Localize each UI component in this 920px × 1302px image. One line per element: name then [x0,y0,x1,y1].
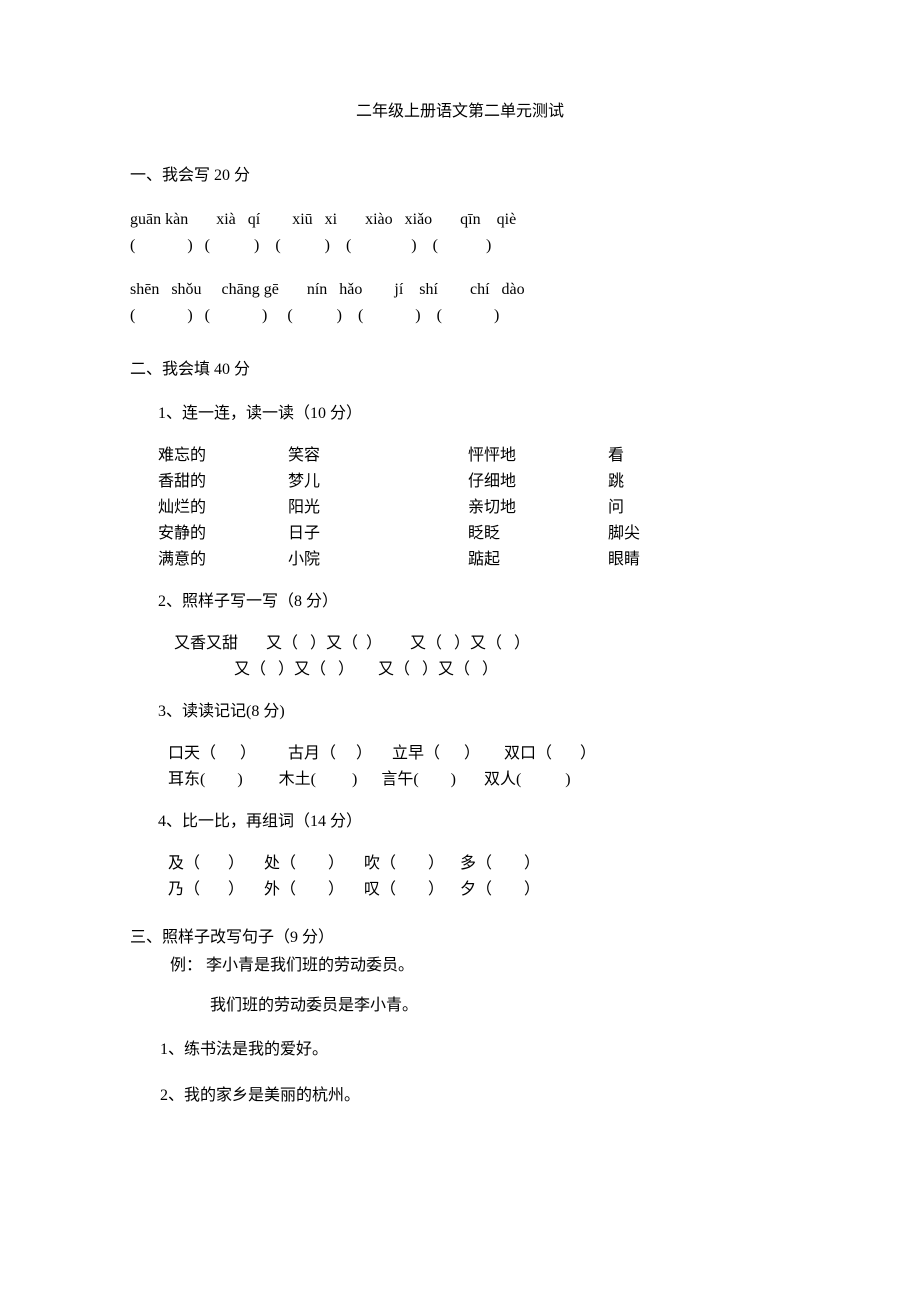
match-cell: 看 [608,444,688,468]
section-3-heading: 三、照样子改写句子（9 分） [130,926,790,950]
q2-2-heading: 2、照样子写一写（8 分） [158,590,790,614]
section-2-heading: 二、我会填 40 分 [130,358,790,382]
blank-row-1[interactable]: ( ) ( ) ( ) ( ) ( ) [130,234,790,258]
read-line-1[interactable]: 口天（ ） 古月（ ） 立早（ ） 双口（ ） [168,742,790,766]
document-title: 二年级上册语文第二单元测试 [130,100,790,124]
blank-row-2[interactable]: ( ) ( ) ( ) ( ) ( ) [130,304,790,328]
match-cell: 满意的 [158,548,288,572]
match-cell: 脚尖 [608,522,688,546]
match-cell: 日子 [288,522,468,546]
match-cell: 跳 [608,470,688,494]
match-cell: 阳光 [288,496,468,520]
q2-4-heading: 4、比一比，再组词（14 分） [158,810,790,834]
match-cell: 灿烂的 [158,496,288,520]
match-table: 难忘的 笑容 怦怦地 看 香甜的 梦儿 仔细地 跳 灿烂的 阳光 亲切地 问 安… [158,444,790,572]
compare-line-2[interactable]: 乃（ ） 外（ ） 叹（ ） 夕（ ） [168,878,790,902]
q2-3-heading: 3、读读记记(8 分) [158,700,790,724]
match-row: 安静的 日子 眨眨 脚尖 [158,522,790,546]
pinyin-row-2: shēn shǒu chāng gē nín hǎo jí shí chí dà… [130,278,790,302]
example-answer: 我们班的劳动委员是李小青。 [210,994,790,1018]
match-cell: 难忘的 [158,444,288,468]
match-row: 香甜的 梦儿 仔细地 跳 [158,470,790,494]
match-cell: 梦儿 [288,470,468,494]
match-row: 灿烂的 阳光 亲切地 问 [158,496,790,520]
match-cell: 亲切地 [468,496,608,520]
section-2-body: 1、连一连，读一读（10 分） 难忘的 笑容 怦怦地 看 香甜的 梦儿 仔细地 … [158,402,790,902]
match-cell: 香甜的 [158,470,288,494]
match-row: 难忘的 笑容 怦怦地 看 [158,444,790,468]
match-row: 满意的 小院 踮起 眼睛 [158,548,790,572]
rewrite-q1[interactable]: 1、练书法是我的爱好。 [160,1038,790,1062]
rewrite-q2[interactable]: 2、我的家乡是美丽的杭州。 [160,1084,790,1108]
page: 二年级上册语文第二单元测试 一、我会写 20 分 guān kàn xià qí… [0,0,920,1302]
match-cell: 眨眨 [468,522,608,546]
read-line-2[interactable]: 耳东( ) 木土( ) 言午( ) 双人( ) [168,768,790,792]
example-sentence: 例： 李小青是我们班的劳动委员。 [170,954,790,978]
match-cell: 仔细地 [468,470,608,494]
match-cell: 笑容 [288,444,468,468]
match-cell: 安静的 [158,522,288,546]
section-1-heading: 一、我会写 20 分 [130,164,790,188]
match-cell: 眼睛 [608,548,688,572]
pattern-block: 又香又甜 又（ ）又（ ） 又（ ）又（ ） 又（ ）又（ ） 又（ ）又（ ） [170,632,790,682]
match-cell: 问 [608,496,688,520]
compare-line-1[interactable]: 及（ ） 处（ ） 吹（ ） 多（ ） [168,852,790,876]
match-cell: 怦怦地 [468,444,608,468]
pinyin-row-1: guān kàn xià qí xiū xi xiào xiǎo qīn qiè [130,208,790,232]
q2-1-heading: 1、连一连，读一读（10 分） [158,402,790,426]
pattern-line-2[interactable]: 又（ ）又（ ） 又（ ）又（ ） [170,658,790,682]
pattern-line-1[interactable]: 又香又甜 又（ ）又（ ） 又（ ）又（ ） [170,632,790,656]
match-cell: 踮起 [468,548,608,572]
match-cell: 小院 [288,548,468,572]
